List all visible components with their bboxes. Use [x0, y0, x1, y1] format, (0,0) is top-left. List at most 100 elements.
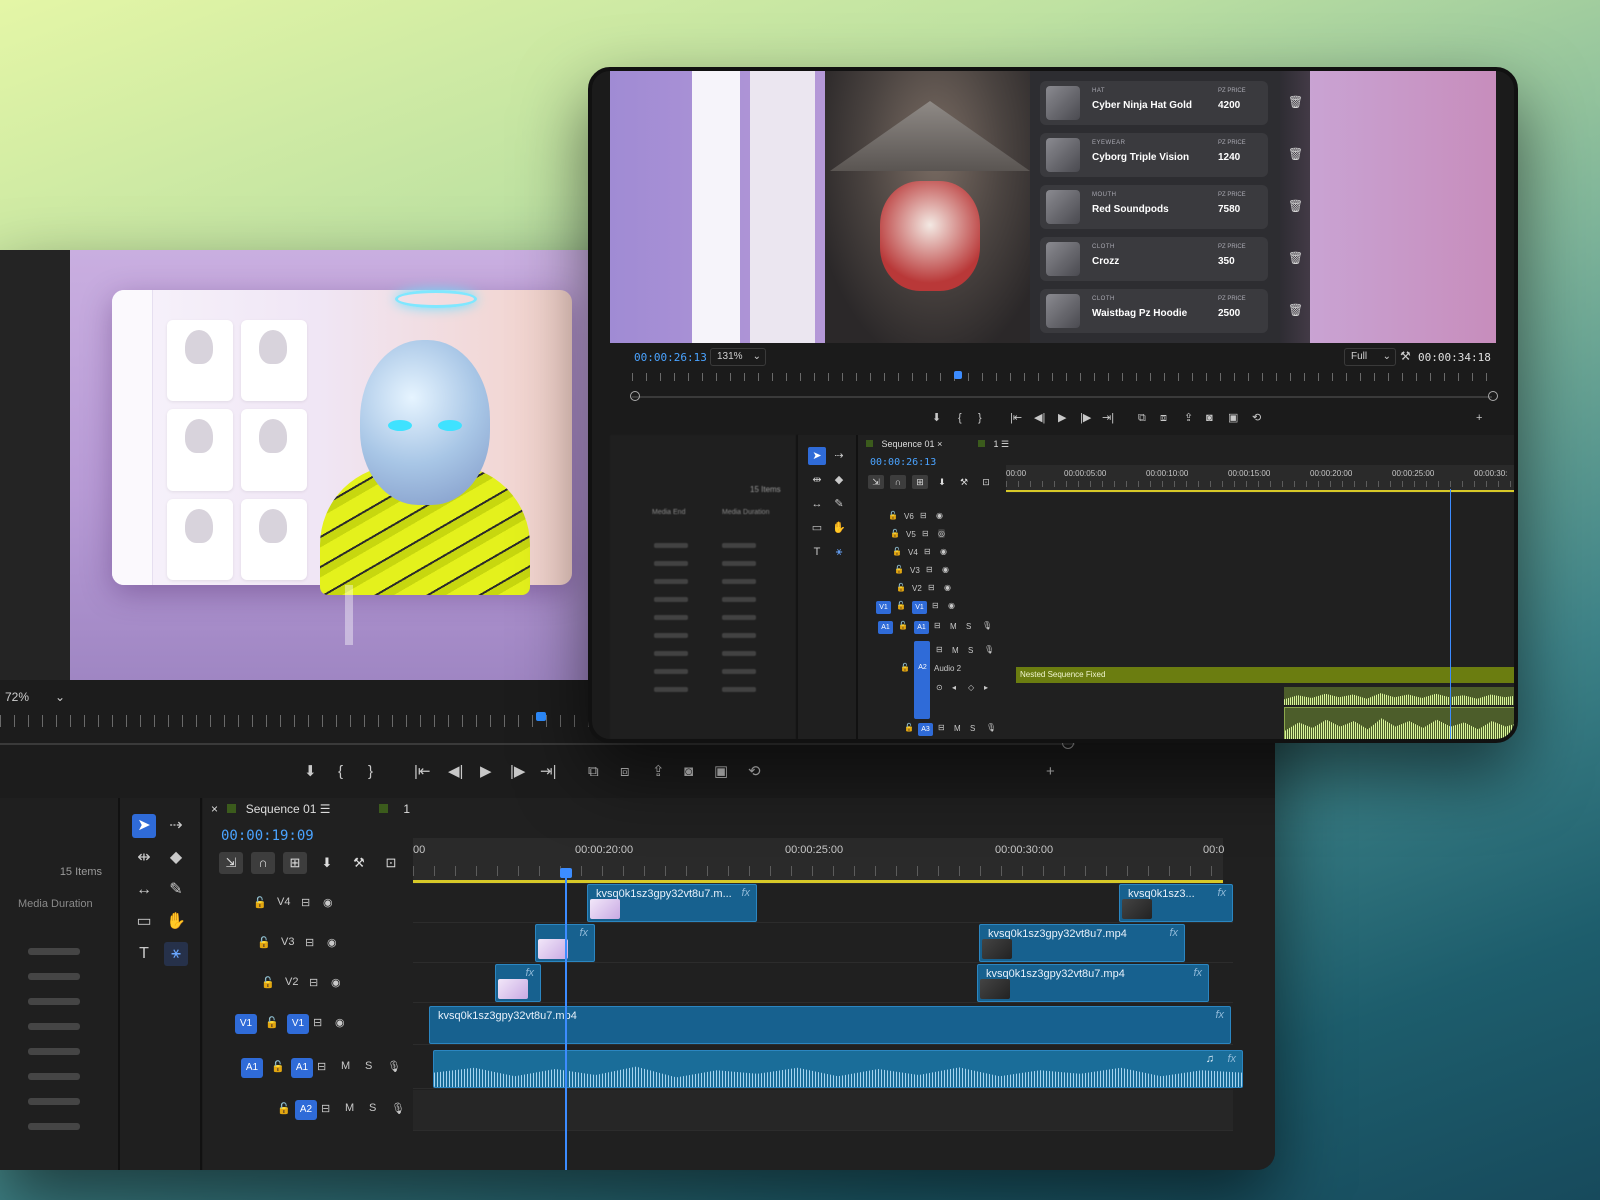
- lock-icon[interactable]: 🔓: [271, 1060, 285, 1073]
- linked-selection-icon[interactable]: ⊞: [283, 852, 307, 874]
- mark-in-icon[interactable]: {: [958, 409, 962, 427]
- extract-icon[interactable]: ⧈: [1160, 409, 1167, 427]
- add-marker-icon[interactable]: ⬇: [304, 760, 317, 784]
- step-forward-icon[interactable]: |▶: [1080, 409, 1091, 427]
- source-patch-v1[interactable]: V1: [876, 601, 891, 614]
- track-target-v1[interactable]: V1: [287, 1014, 309, 1034]
- lock-icon[interactable]: 🔓: [257, 936, 271, 949]
- sync-lock-icon[interactable]: ⊟: [922, 529, 929, 538]
- sync-lock-icon[interactable]: ⊟: [924, 547, 931, 556]
- linked-selection-icon[interactable]: ⊞: [912, 475, 928, 489]
- track-select-icon[interactable]: ⇢: [830, 447, 848, 465]
- solo-button[interactable]: S: [970, 724, 975, 733]
- ripple-edit-icon[interactable]: ⇹: [132, 846, 156, 870]
- eye-icon[interactable]: ◉: [323, 896, 333, 909]
- add-marker-icon[interactable]: ⬇: [932, 409, 941, 427]
- clip-v4-a[interactable]: kvsq0k1sz3gpy32vt8u7.m... fx: [587, 884, 757, 922]
- eye-icon[interactable]: ◉: [936, 511, 943, 520]
- lock-icon[interactable]: 🔓: [261, 976, 275, 989]
- sync-lock-icon[interactable]: ⊟: [920, 511, 927, 520]
- monitor-ruler[interactable]: [632, 373, 1492, 381]
- tab-sequence-01[interactable]: × Sequence 01 ☰: [211, 802, 331, 822]
- monitor-ruler[interactable]: [0, 715, 650, 727]
- track-a1[interactable]: ♫ fx: [413, 1048, 1243, 1089]
- track-select-icon[interactable]: ⇢: [164, 814, 188, 838]
- lock-icon[interactable]: 🔓: [253, 896, 267, 909]
- keyframe-icon[interactable]: ⊙: [936, 683, 943, 692]
- sync-lock-icon[interactable]: ⊟: [938, 723, 945, 732]
- zoom-select[interactable]: 72% ⌄: [5, 690, 65, 710]
- close-icon[interactable]: ×: [211, 802, 221, 816]
- pen-icon[interactable]: ✎: [830, 495, 848, 513]
- captions-icon[interactable]: ⊡: [978, 475, 994, 489]
- sync-lock-icon[interactable]: ⊟: [934, 621, 941, 630]
- menu-icon[interactable]: ☰: [320, 802, 331, 816]
- work-area-bar[interactable]: [413, 880, 1223, 883]
- sync-lock-icon[interactable]: ⊟: [936, 645, 943, 654]
- monitor-scrollbar[interactable]: [0, 743, 1075, 745]
- remix-icon[interactable]: ⚹: [164, 942, 188, 966]
- eye-icon[interactable]: ◉: [327, 936, 337, 949]
- eye-icon[interactable]: ◉: [942, 565, 949, 574]
- solo-button[interactable]: S: [369, 1102, 376, 1114]
- rectangle-icon[interactable]: ▭: [132, 910, 156, 934]
- track-target-a2[interactable]: A2: [295, 1100, 317, 1120]
- hand-icon[interactable]: ✋: [164, 910, 188, 934]
- slip-icon[interactable]: ↔: [132, 878, 156, 902]
- timeline-ruler[interactable]: 00:00 00:00:05:00 00:00:10:00 00:00:15:0…: [1006, 465, 1514, 493]
- track-v4[interactable]: kvsq0k1sz3gpy32vt8u7.m... fx kvsq0k1sz3.…: [413, 884, 1233, 923]
- next-keyframe-icon[interactable]: ▸: [984, 683, 988, 692]
- lift-icon[interactable]: ⧉: [1138, 409, 1146, 427]
- media-end-header[interactable]: Media End: [652, 509, 685, 516]
- track-target-a1[interactable]: A1: [914, 621, 929, 634]
- go-to-out-icon[interactable]: ⇥|: [540, 760, 556, 784]
- microphone-icon[interactable]: 🎙: [387, 1060, 401, 1073]
- solo-button[interactable]: S: [966, 622, 971, 631]
- track-target-a2[interactable]: A2: [915, 661, 930, 674]
- prev-keyframe-icon[interactable]: ◂: [952, 683, 956, 692]
- sync-lock-icon[interactable]: ⊟: [317, 1060, 326, 1073]
- track-v1[interactable]: kvsq0k1sz3gpy32vt8u7.mp4 fx: [413, 1004, 1233, 1045]
- track-v3[interactable]: fx kvsq0k1sz3gpy32vt8u7.mp4 fx: [413, 924, 1233, 963]
- track-a2[interactable]: [413, 1090, 1233, 1131]
- audio-clip-a1-tail[interactable]: [1284, 687, 1514, 705]
- clip-v2-a[interactable]: fx: [495, 964, 541, 1002]
- tab-sequence-01[interactable]: Sequence 01 ×: [866, 439, 942, 449]
- mute-button[interactable]: M: [952, 646, 959, 655]
- sync-lock-icon[interactable]: ⊟: [313, 1016, 322, 1029]
- lock-icon[interactable]: 🔓: [896, 601, 906, 610]
- zoom-select[interactable]: 131% ⌄: [710, 348, 766, 366]
- lock-icon[interactable]: 🔓: [904, 723, 914, 732]
- type-icon[interactable]: T: [132, 942, 156, 966]
- razor-icon[interactable]: ◆: [164, 846, 188, 870]
- vr-icon[interactable]: ⟲: [748, 760, 761, 784]
- lock-icon[interactable]: 🔓: [277, 1102, 291, 1115]
- play-icon[interactable]: ▶: [1058, 409, 1066, 427]
- clip-v2-b[interactable]: kvsq0k1sz3gpy32vt8u7.mp4 fx: [977, 964, 1209, 1002]
- menu-icon[interactable]: ☰: [1001, 439, 1009, 449]
- vr-icon[interactable]: ⟲: [1252, 409, 1261, 427]
- sync-lock-icon[interactable]: ⊟: [305, 936, 314, 949]
- microphone-icon[interactable]: 🎙: [391, 1102, 405, 1115]
- audio-clip-a1[interactable]: ♫ fx: [433, 1050, 1243, 1088]
- add-keyframe-icon[interactable]: ◇: [968, 683, 974, 692]
- sync-lock-icon[interactable]: ⊟: [309, 976, 318, 989]
- timeline-ruler[interactable]: 00 00:00:20:00 00:00:25:00 00:00:30:00 0…: [413, 838, 1224, 884]
- wrench-icon[interactable]: ⚒: [347, 852, 371, 874]
- mark-in-icon[interactable]: {: [338, 760, 343, 784]
- snap-icon[interactable]: ∩: [251, 852, 275, 874]
- remix-icon[interactable]: ⚹: [830, 543, 848, 561]
- add-button-icon[interactable]: +: [1476, 409, 1482, 427]
- eye-icon[interactable]: ◉: [948, 601, 955, 610]
- clip-v1[interactable]: kvsq0k1sz3gpy32vt8u7.mp4 fx: [429, 1006, 1231, 1044]
- step-forward-icon[interactable]: |▶: [510, 760, 525, 784]
- camera-icon[interactable]: ◙: [684, 760, 693, 784]
- media-duration-header[interactable]: Media Duration: [18, 898, 93, 910]
- eye-icon[interactable]: ◉: [331, 976, 341, 989]
- monitor-playhead[interactable]: [536, 712, 546, 721]
- marker-icon[interactable]: ⬇: [934, 475, 950, 489]
- source-patch-a1[interactable]: A1: [241, 1058, 263, 1078]
- marker-icon[interactable]: ⬇: [315, 852, 339, 874]
- monitor-scrollbar[interactable]: [632, 396, 1492, 398]
- track-target-a1[interactable]: A1: [291, 1058, 313, 1078]
